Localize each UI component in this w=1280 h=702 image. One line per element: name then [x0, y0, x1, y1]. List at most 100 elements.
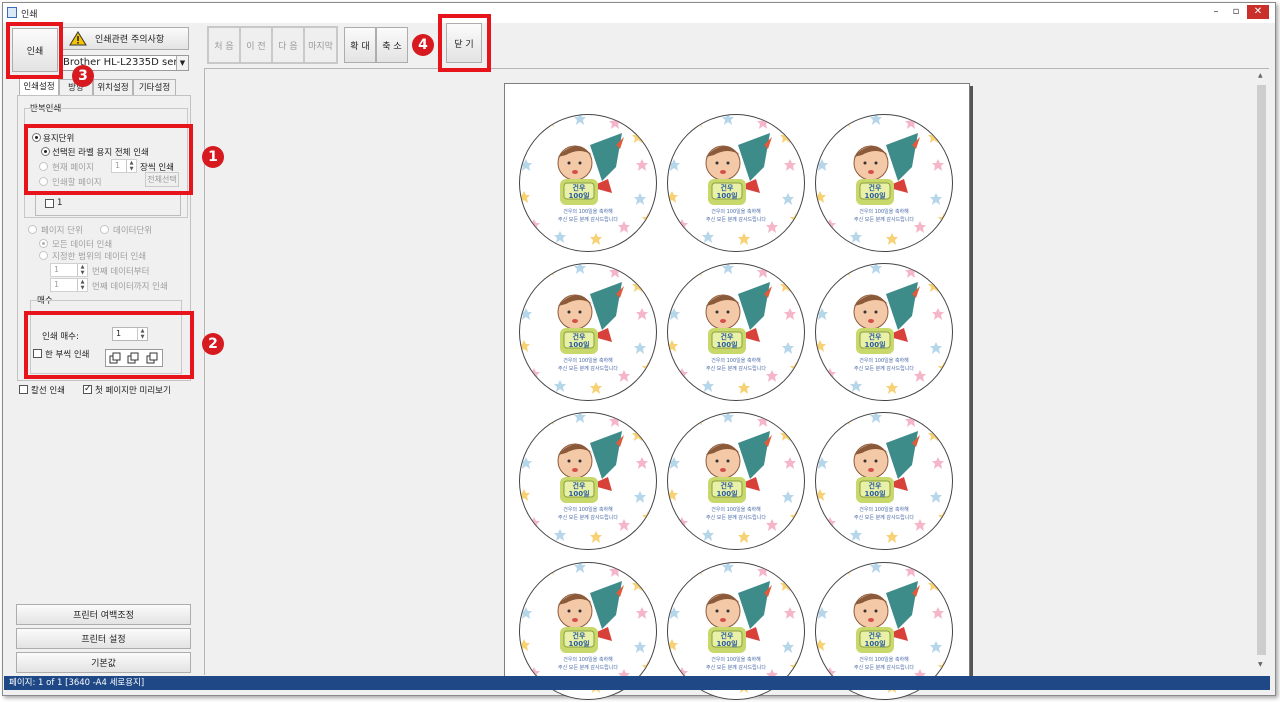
sticker-badge-line1: 건우 — [573, 183, 586, 192]
sticker-badge-line2: 100일 — [716, 489, 737, 498]
sticker-badge-line1: 건우 — [869, 183, 882, 192]
prev-page-button[interactable]: 이 전 — [240, 27, 272, 63]
sticker-illustration: 건우 100일 건우의 100일을 축하해 주신 모든 분께 감사드립니다 — [520, 115, 654, 245]
sticker-label: 건우 100일 건우의 100일을 축하해 주신 모든 분께 감사드립니다 — [667, 263, 805, 401]
chevron-down-icon[interactable]: ▼ — [176, 56, 188, 70]
color-print-label: 칼선 인쇄 — [31, 386, 65, 396]
sticker-label: 건우 100일 건우의 100일을 축하해 주신 모든 분께 감사드립니다 — [815, 263, 953, 401]
sticker-caption1: 건우의 100일을 축하해 — [563, 656, 613, 663]
rocket-shape — [738, 282, 770, 330]
range-to-value: 1 — [54, 280, 60, 289]
sticker-caption2: 주신 모든 분께 감사드립니다 — [706, 664, 766, 671]
sticker-badge-line1: 건우 — [573, 631, 586, 640]
sticker-caption2: 주신 모든 분께 감사드립니다 — [706, 216, 766, 223]
sticker-badge-line2: 100일 — [864, 489, 885, 498]
sticker-caption2: 주신 모든 분께 감사드립니다 — [706, 365, 766, 372]
first-page-button[interactable]: 처 음 — [208, 27, 240, 63]
range-data-radio[interactable] — [39, 251, 48, 260]
range-to-stepper[interactable]: 1 ▲ ▼ — [50, 278, 88, 292]
sticker-caption1: 건우의 100일을 축하해 — [563, 208, 613, 215]
sticker-caption1: 건우의 100일을 축하해 — [859, 656, 909, 663]
sticker-badge-line1: 건우 — [573, 481, 586, 490]
sticker-illustration: 건우 100일 건우의 100일을 축하해 주신 모든 분께 감사드립니다 — [520, 264, 654, 394]
all-data-label: 모든 데이터 인쇄 — [52, 240, 113, 250]
range-from-value: 1 — [54, 265, 60, 274]
sticker-caption1: 건우의 100일을 축하해 — [859, 208, 909, 215]
sticker-label: 건우 100일 건우의 100일을 축하해 주신 모든 분께 감사드립니다 — [815, 114, 953, 252]
sticker-badge-line2: 100일 — [716, 340, 737, 349]
sticker-caption2: 주신 모든 분께 감사드립니다 — [558, 216, 618, 223]
window-title: 인쇄 — [21, 10, 38, 20]
range-from-stepper[interactable]: 1 ▲ ▼ — [50, 263, 88, 277]
default-values-button[interactable]: 기본값 — [16, 652, 191, 673]
rocket-shape — [886, 581, 918, 629]
sticker-badge-line2: 100일 — [568, 191, 589, 200]
rocket-shape — [886, 133, 918, 181]
range-from-label: 번째 데이터부터 — [92, 267, 150, 277]
range-data-label: 지정한 범위의 데이터 인쇄 — [52, 252, 147, 262]
status-bar: 페이지: 1 of 1 [3640 -A4 세로용지] — [4, 676, 1270, 690]
sticker-badge-line1: 건우 — [869, 481, 882, 490]
sticker-caption1: 건우의 100일을 축하해 — [711, 208, 761, 215]
printer-settings-button[interactable]: 프린터 설정 — [16, 628, 191, 649]
rocket-shape — [738, 581, 770, 629]
minimize-button[interactable]: – — [1207, 5, 1225, 19]
scroll-up-icon[interactable]: ▲ — [1258, 72, 1263, 79]
highlight-print-button — [6, 22, 63, 79]
sticker-caption1: 건우의 100일을 축하해 — [563, 506, 613, 513]
tab-position-settings[interactable]: 위치설정 — [93, 79, 133, 95]
sticker-badge-line1: 건우 — [869, 631, 882, 640]
printer-margin-button[interactable]: 프린터 여백조정 — [16, 604, 191, 625]
page-unit-label: 페이지 단위 — [41, 226, 83, 236]
sticker-caption2: 주신 모든 분께 감사드립니다 — [706, 514, 766, 521]
restore-button[interactable]: ▫ — [1227, 5, 1245, 19]
sticker-illustration: 건우 100일 건우의 100일을 축하해 주신 모든 분께 감사드립니다 — [816, 115, 950, 245]
sticker-badge-line2: 100일 — [568, 489, 589, 498]
range-to-label: 번째 데이터까지 인쇄 — [92, 282, 168, 292]
highlight-paper-unit — [24, 124, 193, 195]
vertical-scrollbar[interactable]: ▲ ▼ — [1255, 69, 1268, 673]
sticker-badge-line1: 건우 — [573, 332, 586, 341]
sticker-badge-line2: 100일 — [864, 191, 885, 200]
sticker-caption2: 주신 모든 분께 감사드립니다 — [854, 514, 914, 521]
first-page-preview-label: 첫 페이지만 미리보기 — [95, 386, 171, 396]
sticker-badge-line2: 100일 — [864, 639, 885, 648]
title-bar: 인쇄 – ▫ ✕ — [3, 3, 1275, 23]
rocket-shape — [590, 431, 622, 479]
sticker-badge-line1: 건우 — [721, 332, 734, 341]
sticker-caption1: 건우의 100일을 축하해 — [563, 357, 613, 364]
sticker-caption1: 건우의 100일을 축하해 — [859, 357, 909, 364]
warning-icon — [69, 31, 87, 46]
annotation-marker-1: 1 — [202, 146, 224, 168]
sticker-badge-line1: 건우 — [869, 332, 882, 341]
sticker-label: 건우 100일 건우의 100일을 축하해 주신 모든 분께 감사드립니다 — [667, 114, 805, 252]
page-unit-radio[interactable] — [28, 225, 37, 234]
print-notice-button[interactable]: 인쇄관련 주의사항 — [62, 27, 189, 50]
tab-print-settings[interactable]: 인쇄설정 — [19, 78, 59, 96]
rocket-shape — [738, 133, 770, 181]
page-item-checkbox[interactable] — [45, 199, 54, 208]
sticker-badge-line1: 건우 — [721, 183, 734, 192]
zoom-in-button[interactable]: 확 대 — [344, 27, 376, 63]
rocket-shape — [590, 133, 622, 181]
sticker-caption2: 주신 모든 분께 감사드립니다 — [854, 365, 914, 372]
stepper-arrows-icon[interactable]: ▲ ▼ — [77, 264, 87, 276]
first-page-preview-checkbox[interactable]: ✓ — [83, 385, 92, 394]
close-window-button[interactable]: ✕ — [1247, 5, 1269, 19]
data-unit-radio[interactable] — [100, 225, 109, 234]
sticker-caption1: 건우의 100일을 축하해 — [711, 506, 761, 513]
sticker-label: 건우 100일 건우의 100일을 축하해 주신 모든 분께 감사드립니다 — [519, 114, 657, 252]
stepper-arrows-icon[interactable]: ▲ ▼ — [77, 279, 87, 291]
tab-other-settings[interactable]: 기타설정 — [133, 79, 176, 95]
sticker-badge-line2: 100일 — [864, 340, 885, 349]
zoom-out-button[interactable]: 축 소 — [376, 27, 408, 63]
last-page-button[interactable]: 마지막 — [304, 27, 337, 63]
scrollbar-thumb[interactable] — [1257, 85, 1266, 655]
scroll-down-icon[interactable]: ▼ — [1258, 661, 1263, 668]
sticker-illustration: 건우 100일 건우의 100일을 축하해 주신 모든 분께 감사드립니다 — [668, 413, 802, 543]
all-data-radio[interactable] — [39, 239, 48, 248]
next-page-button[interactable]: 다 음 — [272, 27, 304, 63]
sticker-illustration: 건우 100일 건우의 100일을 축하해 주신 모든 분께 감사드립니다 — [520, 413, 654, 543]
color-print-checkbox[interactable] — [19, 385, 28, 394]
sticker-caption2: 주신 모든 분께 감사드립니다 — [854, 664, 914, 671]
